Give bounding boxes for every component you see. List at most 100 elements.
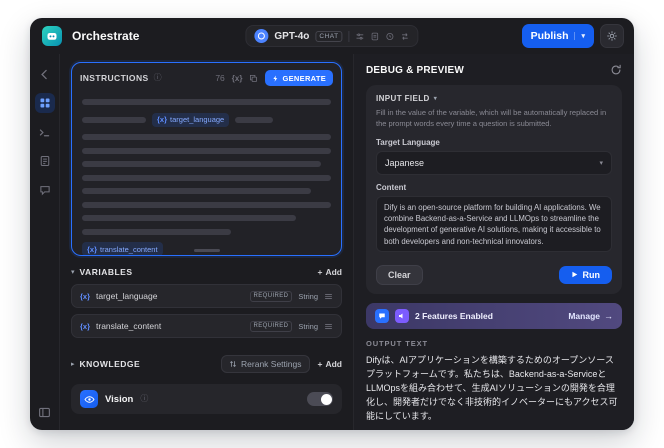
generate-button[interactable]: GENERATE (265, 70, 333, 86)
orchestrate-tab-icon[interactable] (34, 93, 55, 113)
variable-brace-icon[interactable]: {x} (232, 74, 243, 83)
variables-header: ▾ VARIABLES + Add (71, 267, 342, 277)
annotations-icon[interactable] (35, 180, 55, 200)
left-rail (30, 54, 60, 430)
redacted-text-line (82, 174, 331, 181)
vision-toggle[interactable] (307, 392, 333, 406)
info-icon: ⓘ (140, 394, 149, 403)
rerank-settings-button[interactable]: Rerank Settings (221, 355, 310, 373)
model-params-icon[interactable] (356, 32, 365, 41)
redacted-text-line (82, 188, 312, 194)
add-variable-button[interactable]: + Add (318, 267, 343, 277)
language-select[interactable]: Japanese ▾ (376, 150, 612, 175)
knowledge-header: ▸ KNOWLEDGE Rerank Settings + Add (71, 355, 342, 373)
variables-title: VARIABLES (79, 267, 133, 277)
orchestrate-panel: INSTRUCTIONS ⓘ 76 {x} GENERATE {x} targe… (60, 54, 354, 430)
app-window: Orchestrate GPT-4o CHAT Publish ▾ INSTRU… (30, 18, 634, 430)
redacted-text-line (82, 215, 297, 221)
copy-icon[interactable] (249, 74, 258, 83)
features-enabled-bar[interactable]: 2 Features Enabled Manage → (366, 302, 622, 329)
chevron-down-icon: ▾ (599, 159, 603, 167)
variable-row-translate-content[interactable]: {x} translate_content REQUIRED String (71, 314, 342, 338)
debug-title: DEBUG & PREVIEW (366, 64, 465, 76)
arrow-right-icon: → (604, 310, 613, 321)
required-badge: REQUIRED (249, 320, 293, 332)
play-icon (571, 271, 577, 278)
top-bar: Orchestrate GPT-4o CHAT Publish ▾ (30, 18, 634, 54)
clear-button[interactable]: Clear (376, 264, 423, 285)
variable-icon: {x} (80, 291, 91, 301)
manage-features-button[interactable]: Manage → (568, 311, 613, 321)
debug-preview-panel: DEBUG & PREVIEW INPUT FIELD ▾ Fill in th… (354, 54, 634, 430)
info-icon: ⓘ (153, 73, 162, 82)
instructions-title: INSTRUCTIONS (80, 73, 149, 83)
redacted-text-line (82, 147, 331, 154)
gear-icon (607, 31, 617, 41)
output-section: OUTPUT TEXT Difyは、AIアプリケーションを構築するためのオープン… (366, 339, 622, 430)
scroll-indicator[interactable] (193, 249, 220, 252)
conversation-feature-icon (375, 308, 389, 323)
chevron-down-icon[interactable]: ▾ (434, 95, 437, 102)
instructions-header: INSTRUCTIONS ⓘ 76 {x} GENERATE (72, 63, 341, 90)
app-logo-icon[interactable] (42, 26, 62, 46)
plus-icon: + (317, 359, 323, 369)
language-field-label: Target Language (376, 137, 440, 147)
vision-title: Vision (105, 393, 134, 405)
text-to-speech-feature-icon (395, 308, 409, 323)
input-field-title: INPUT FIELD (376, 94, 430, 103)
back-icon[interactable] (35, 64, 55, 84)
rerank-icon (230, 361, 236, 367)
instructions-panel[interactable]: INSTRUCTIONS ⓘ 76 {x} GENERATE {x} targe… (71, 62, 342, 256)
content-textarea[interactable]: Dify is an open-source platform for buil… (376, 195, 612, 252)
redacted-text-line (82, 99, 331, 105)
redacted-text-line (235, 116, 274, 123)
redacted-text-line (82, 161, 322, 167)
add-knowledge-button[interactable]: + Add (318, 359, 343, 369)
chevron-down-icon: ▾ (574, 32, 585, 40)
variable-settings-icon[interactable] (324, 292, 333, 301)
redacted-text-line (82, 228, 232, 235)
model-name: GPT-4o (274, 30, 310, 42)
history-icon[interactable] (386, 32, 395, 41)
restart-icon[interactable] (610, 64, 622, 76)
variable-chip-target-language[interactable]: {x} target_language (152, 112, 230, 127)
run-button[interactable]: Run (558, 265, 612, 284)
page-title: Orchestrate (72, 29, 140, 43)
knowledge-title: KNOWLEDGE (79, 359, 141, 369)
variable-type: String (298, 291, 318, 301)
model-selector[interactable]: GPT-4o CHAT (245, 25, 419, 47)
vision-icon (80, 390, 98, 408)
variable-icon: {x} (80, 321, 91, 331)
logs-nav-icon[interactable] (35, 151, 55, 171)
prompt-log-icon[interactable] (371, 32, 380, 41)
input-field-card: INPUT FIELD ▾ Fill in the value of the v… (366, 85, 622, 294)
chevron-right-icon[interactable]: ▸ (71, 360, 75, 368)
model-mode-badge: CHAT (315, 30, 343, 42)
redacted-text-line (82, 134, 331, 140)
prompt-content: {x} target_language {x} translate_conten… (72, 90, 341, 255)
publish-button[interactable]: Publish ▾ (521, 24, 594, 48)
variable-settings-icon[interactable] (324, 322, 333, 331)
content-field-label: Content (376, 182, 407, 192)
required-badge: REQUIRED (249, 290, 293, 302)
generate-label: GENERATE (282, 73, 326, 83)
variable-chip-translate-content[interactable]: {x} translate_content (82, 242, 163, 255)
collapse-panel-icon[interactable] (35, 402, 55, 422)
redacted-text-line (82, 116, 146, 123)
api-access-icon[interactable] (35, 122, 55, 142)
header-actions: Publish ▾ (521, 24, 624, 48)
publish-label: Publish (530, 30, 569, 42)
divider (348, 30, 350, 42)
toggle-knob (320, 393, 332, 405)
output-text: Difyは、AIアプリケーションを構築するためのオープンソースプラットフォームで… (366, 354, 618, 421)
model-provider-icon (254, 29, 269, 43)
compare-icon[interactable] (401, 32, 410, 41)
variable-row-target-language[interactable]: {x} target_language REQUIRED String (71, 284, 342, 308)
chevron-down-icon[interactable]: ▾ (71, 268, 75, 276)
vision-feature-card: Vision ⓘ (71, 384, 342, 414)
output-title: OUTPUT TEXT (366, 338, 428, 348)
features-enabled-text: 2 Features Enabled (415, 310, 493, 321)
lightning-icon (273, 74, 278, 82)
redacted-text-line (82, 201, 331, 208)
settings-button[interactable] (600, 24, 624, 48)
